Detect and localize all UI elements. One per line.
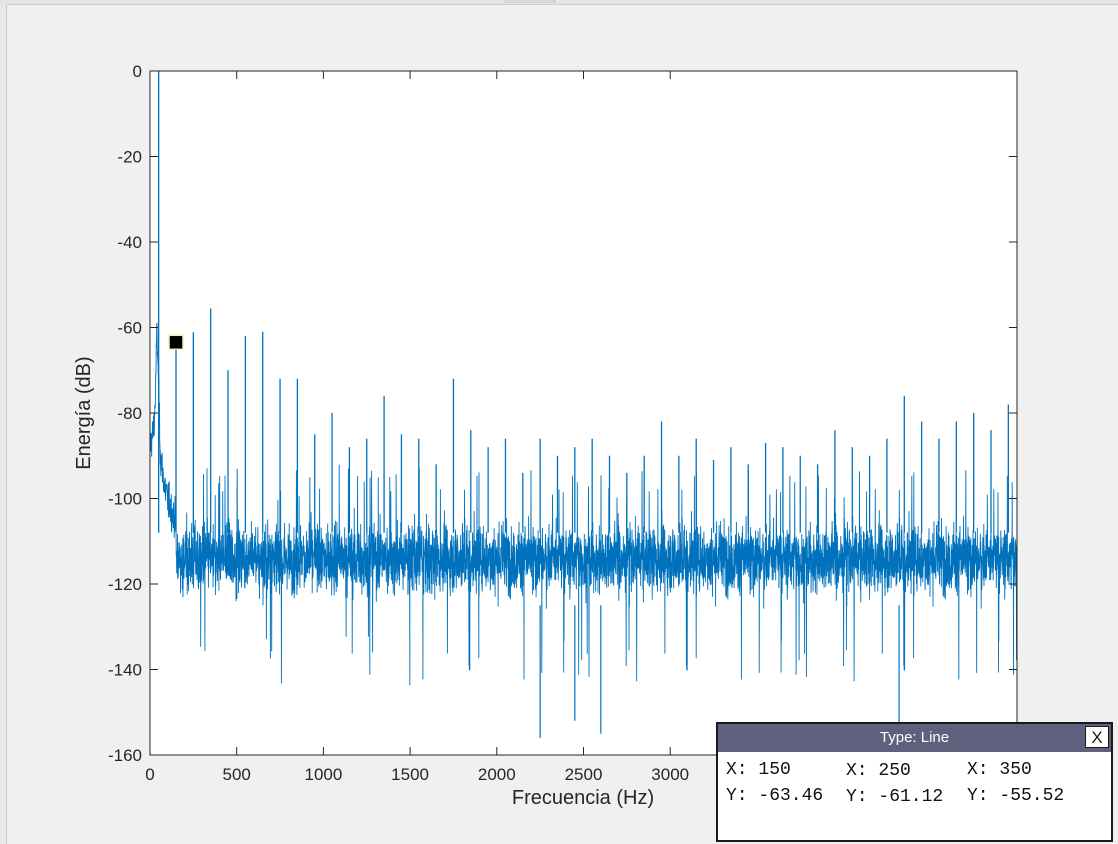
datatip-point-1-x: X: 150 <box>726 760 791 780</box>
datatip-point-3-y: Y: -55.52 <box>967 786 1065 806</box>
x-tick-label: 0 <box>145 765 154 784</box>
x-tick-label: 2000 <box>478 765 516 784</box>
y-tick-label: 0 <box>133 62 142 81</box>
datatip-marker[interactable] <box>168 334 184 351</box>
x-tick-label: 3000 <box>651 765 689 784</box>
datatip-point-2-y: Y: -61.12 <box>846 787 944 807</box>
y-tick-label: -140 <box>108 661 142 680</box>
figure-window: 0 500 1000 1500 2000 2500 3000 0 -20 -40 -60 -80 -10… <box>0 0 1118 844</box>
datatip-panel[interactable]: Type: Line X X: 150 Y: -63.46 X: 250 Y: … <box>716 722 1113 842</box>
y-tick-label: -160 <box>108 746 142 765</box>
spectrum-figure[interactable]: 0 500 1000 1500 2000 2500 3000 0 -20 -40 -60 -80 -10… <box>0 0 1118 844</box>
datatip-title: Type: Line <box>879 729 950 746</box>
y-tick-label: -40 <box>117 233 142 252</box>
datatip-point-2-x: X: 250 <box>846 761 911 781</box>
y-tick-label: -20 <box>117 148 142 167</box>
x-axis-label: Frecuencia (Hz) <box>512 787 654 809</box>
datatip-header: Type: Line X <box>718 724 1111 752</box>
datatip-point-3-x: X: 350 <box>967 760 1032 780</box>
y-tick-label: -60 <box>117 319 142 338</box>
y-tick-label: -100 <box>108 490 142 509</box>
x-tick-label: 1000 <box>304 765 342 784</box>
x-tick-label: 1500 <box>391 765 429 784</box>
datatip-point-1-y: Y: -63.46 <box>726 786 824 806</box>
y-axis-label: Energía (dB) <box>73 356 95 469</box>
datatip-markers[interactable] <box>168 334 184 351</box>
x-tick-label: 500 <box>223 765 251 784</box>
close-button[interactable]: X <box>1085 726 1109 748</box>
x-tick-label: 2500 <box>565 765 603 784</box>
y-tick-label: -120 <box>108 575 142 594</box>
y-tick-label: -80 <box>117 404 142 423</box>
